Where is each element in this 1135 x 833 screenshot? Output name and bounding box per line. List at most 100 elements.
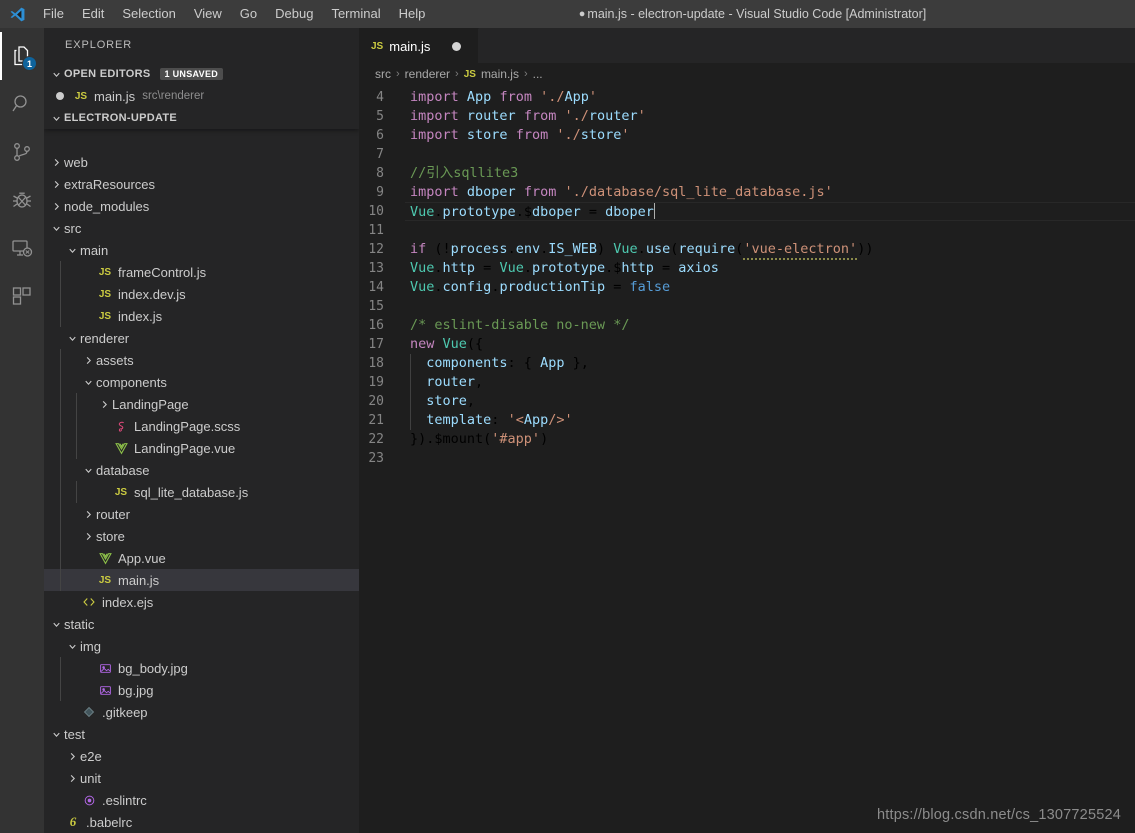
tree-file-row[interactable]: .eslintrc (44, 789, 359, 811)
code-line[interactable]: components: { App }, (405, 354, 1135, 373)
tree-file-row[interactable]: JS main.js (44, 569, 359, 591)
code-line[interactable]: import router from './router' (405, 107, 1135, 126)
indent-guide (410, 373, 411, 392)
tree-file-row[interactable]: .gitkeep (44, 701, 359, 723)
tree-item-label: sql_lite_database.js (134, 484, 249, 500)
code-line[interactable]: import dboper from './database/sql_lite_… (405, 183, 1135, 202)
tree-file-row[interactable]: JS sql_lite_database.js (44, 481, 359, 503)
tree-folder-row[interactable]: store (44, 525, 359, 547)
code-line[interactable]: }).$mount('#app') (405, 430, 1135, 449)
code-line[interactable]: new Vue({ (405, 335, 1135, 354)
tree-file-row[interactable]: JS frameControl.js (44, 261, 359, 283)
activity-source-control[interactable] (0, 128, 44, 176)
editor-scrollbar[interactable] (1121, 85, 1135, 833)
chevron-down-icon (48, 619, 64, 630)
activity-extensions[interactable] (0, 272, 44, 320)
tree-folder-row[interactable]: web (44, 151, 359, 173)
menu-terminal[interactable]: Terminal (322, 0, 389, 28)
menu-debug[interactable]: Debug (266, 0, 322, 28)
code-line[interactable]: store, (405, 392, 1135, 411)
tree-file-row[interactable]: 6 .babelrc (44, 811, 359, 833)
code-line[interactable]: //引入sqllite3 (405, 164, 1135, 183)
breadcrumb-item-file[interactable]: main.js (481, 67, 519, 81)
menu-edit[interactable]: Edit (73, 0, 113, 28)
activity-debug[interactable] (0, 176, 44, 224)
line-number: 7 (376, 147, 384, 162)
tree-file-row[interactable]: bg.jpg (44, 679, 359, 701)
project-root-header[interactable]: ELECTRON-UPDATE (44, 107, 359, 129)
breadcrumb-item-symbol[interactable]: ... (533, 67, 543, 81)
line-number: 4 (376, 90, 384, 105)
tree-folder-row[interactable]: img (44, 635, 359, 657)
code-line[interactable]: router, (405, 373, 1135, 392)
code-line[interactable]: /* eslint-disable no-new */ (405, 316, 1135, 335)
tree-folder-row[interactable]: src (44, 217, 359, 239)
menu-bar: File Edit Selection View Go Debug Termin… (34, 0, 434, 28)
explorer-tree-scroll[interactable]: web extraResources node_modules src main JS fr… (44, 63, 359, 833)
tree-file-row[interactable]: JS index.js (44, 305, 359, 327)
menu-view[interactable]: View (185, 0, 231, 28)
tree-file-row[interactable]: App.vue (44, 547, 359, 569)
code-line[interactable] (405, 145, 1135, 164)
tree-folder-row[interactable]: static (44, 613, 359, 635)
code-content[interactable]: import App from './App' import router fro… (405, 85, 1135, 833)
code-line[interactable] (405, 449, 1135, 468)
js-icon: JS (98, 266, 112, 278)
activity-search[interactable] (0, 80, 44, 128)
tree-folder-row[interactable]: assets (44, 349, 359, 371)
tree-file-row[interactable]: JS index.dev.js (44, 283, 359, 305)
tree-folder-row[interactable]: router (44, 503, 359, 525)
tree-item-label: .gitkeep (102, 704, 148, 720)
tree-item-label: .eslintrc (102, 792, 147, 808)
indent-guide (60, 503, 61, 525)
tree-file-row[interactable]: index.ejs (44, 591, 359, 613)
chevron-right-icon (96, 399, 112, 410)
editor-tabs: JS main.js (359, 28, 1135, 63)
activity-remote-explorer[interactable] (0, 224, 44, 272)
tree-folder-row[interactable]: extraResources (44, 173, 359, 195)
code-line[interactable] (405, 297, 1135, 316)
code-line[interactable] (405, 221, 1135, 240)
indent-guide (60, 283, 61, 305)
code-line[interactable]: template: '<App/>' (405, 411, 1135, 430)
tree-folder-row[interactable]: node_modules (44, 195, 359, 217)
tree-folder-row[interactable]: unit (44, 767, 359, 789)
open-editor-path: src\renderer (142, 90, 205, 102)
activity-explorer[interactable]: 1 (0, 32, 44, 80)
line-number: 23 (368, 451, 384, 466)
tree-item-label: renderer (80, 330, 130, 346)
code-line[interactable]: Vue.prototype.$dboper = dboper (405, 202, 1135, 221)
tree-file-row[interactable]: LandingPage.vue (44, 437, 359, 459)
tree-item-label: main (80, 242, 109, 258)
code-line[interactable]: if (!process.env.IS_WEB) Vue.use(require… (405, 240, 1135, 260)
tree-folder-row[interactable]: components (44, 371, 359, 393)
tree-folder-row[interactable]: e2e (44, 745, 359, 767)
code-line[interactable]: import store from './store' (405, 126, 1135, 145)
menu-file[interactable]: File (34, 0, 73, 28)
tree-folder-row[interactable]: database (44, 459, 359, 481)
menu-selection[interactable]: Selection (113, 0, 184, 28)
breadcrumb-item-renderer[interactable]: renderer (405, 67, 450, 81)
chevron-down-icon (64, 245, 80, 256)
tree-folder-row[interactable]: renderer (44, 327, 359, 349)
tree-folder-row[interactable]: test (44, 723, 359, 745)
tree-folder-row[interactable]: LandingPage (44, 393, 359, 415)
code-line[interactable]: Vue.config.productionTip = false (405, 278, 1135, 297)
tree-file-row[interactable]: LandingPage.scss (44, 415, 359, 437)
code-editor[interactable]: 4 5 6 7 8 9 10 11 12 13 14 15 16 17 18 19 20 21 22 23 impor… (359, 85, 1135, 833)
tab-dirty-icon[interactable] (452, 41, 462, 51)
tree-folder-row[interactable]: main (44, 239, 359, 261)
line-number: 16 (368, 318, 384, 333)
indent-guide (410, 392, 411, 411)
menu-help[interactable]: Help (390, 0, 435, 28)
chevron-down-icon (48, 223, 64, 234)
tab-main-js[interactable]: JS main.js (359, 28, 479, 63)
open-editors-header[interactable]: OPEN EDITORS 1 UNSAVED (44, 63, 359, 85)
code-line[interactable]: import App from './App' (405, 88, 1135, 107)
unsaved-dot-icon[interactable] (56, 92, 64, 100)
tree-file-row[interactable]: bg_body.jpg (44, 657, 359, 679)
menu-go[interactable]: Go (231, 0, 266, 28)
breadcrumb-item-src[interactable]: src (375, 67, 391, 81)
code-line[interactable]: Vue.http = Vue.prototype.$http = axios (405, 259, 1135, 278)
open-editor-item-main-js[interactable]: JS main.js src\renderer (44, 85, 359, 107)
